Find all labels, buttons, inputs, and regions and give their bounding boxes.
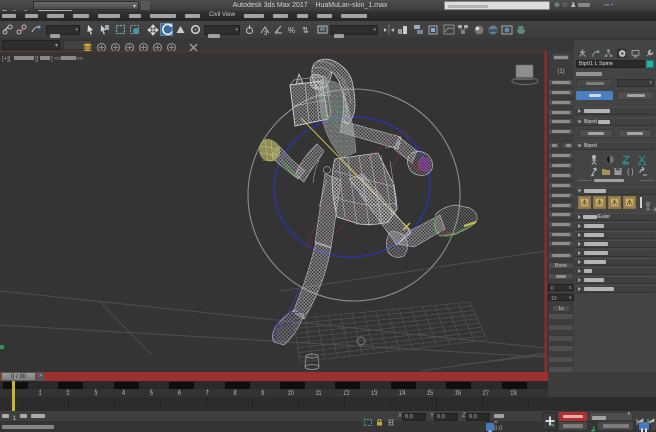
- svg-text:>>: >>: [76, 57, 84, 63]
- svg-text:⇅: ⇅: [302, 26, 309, 35]
- svg-text:][: ][: [35, 57, 39, 63]
- svg-text:[+][: [+][: [2, 57, 11, 63]
- svg-text:{ }: { }: [627, 169, 634, 176]
- svg-text:] <<: ] <<: [51, 57, 62, 63]
- svg-text:%: %: [288, 26, 295, 35]
- svg-text:3: 3: [264, 31, 268, 36]
